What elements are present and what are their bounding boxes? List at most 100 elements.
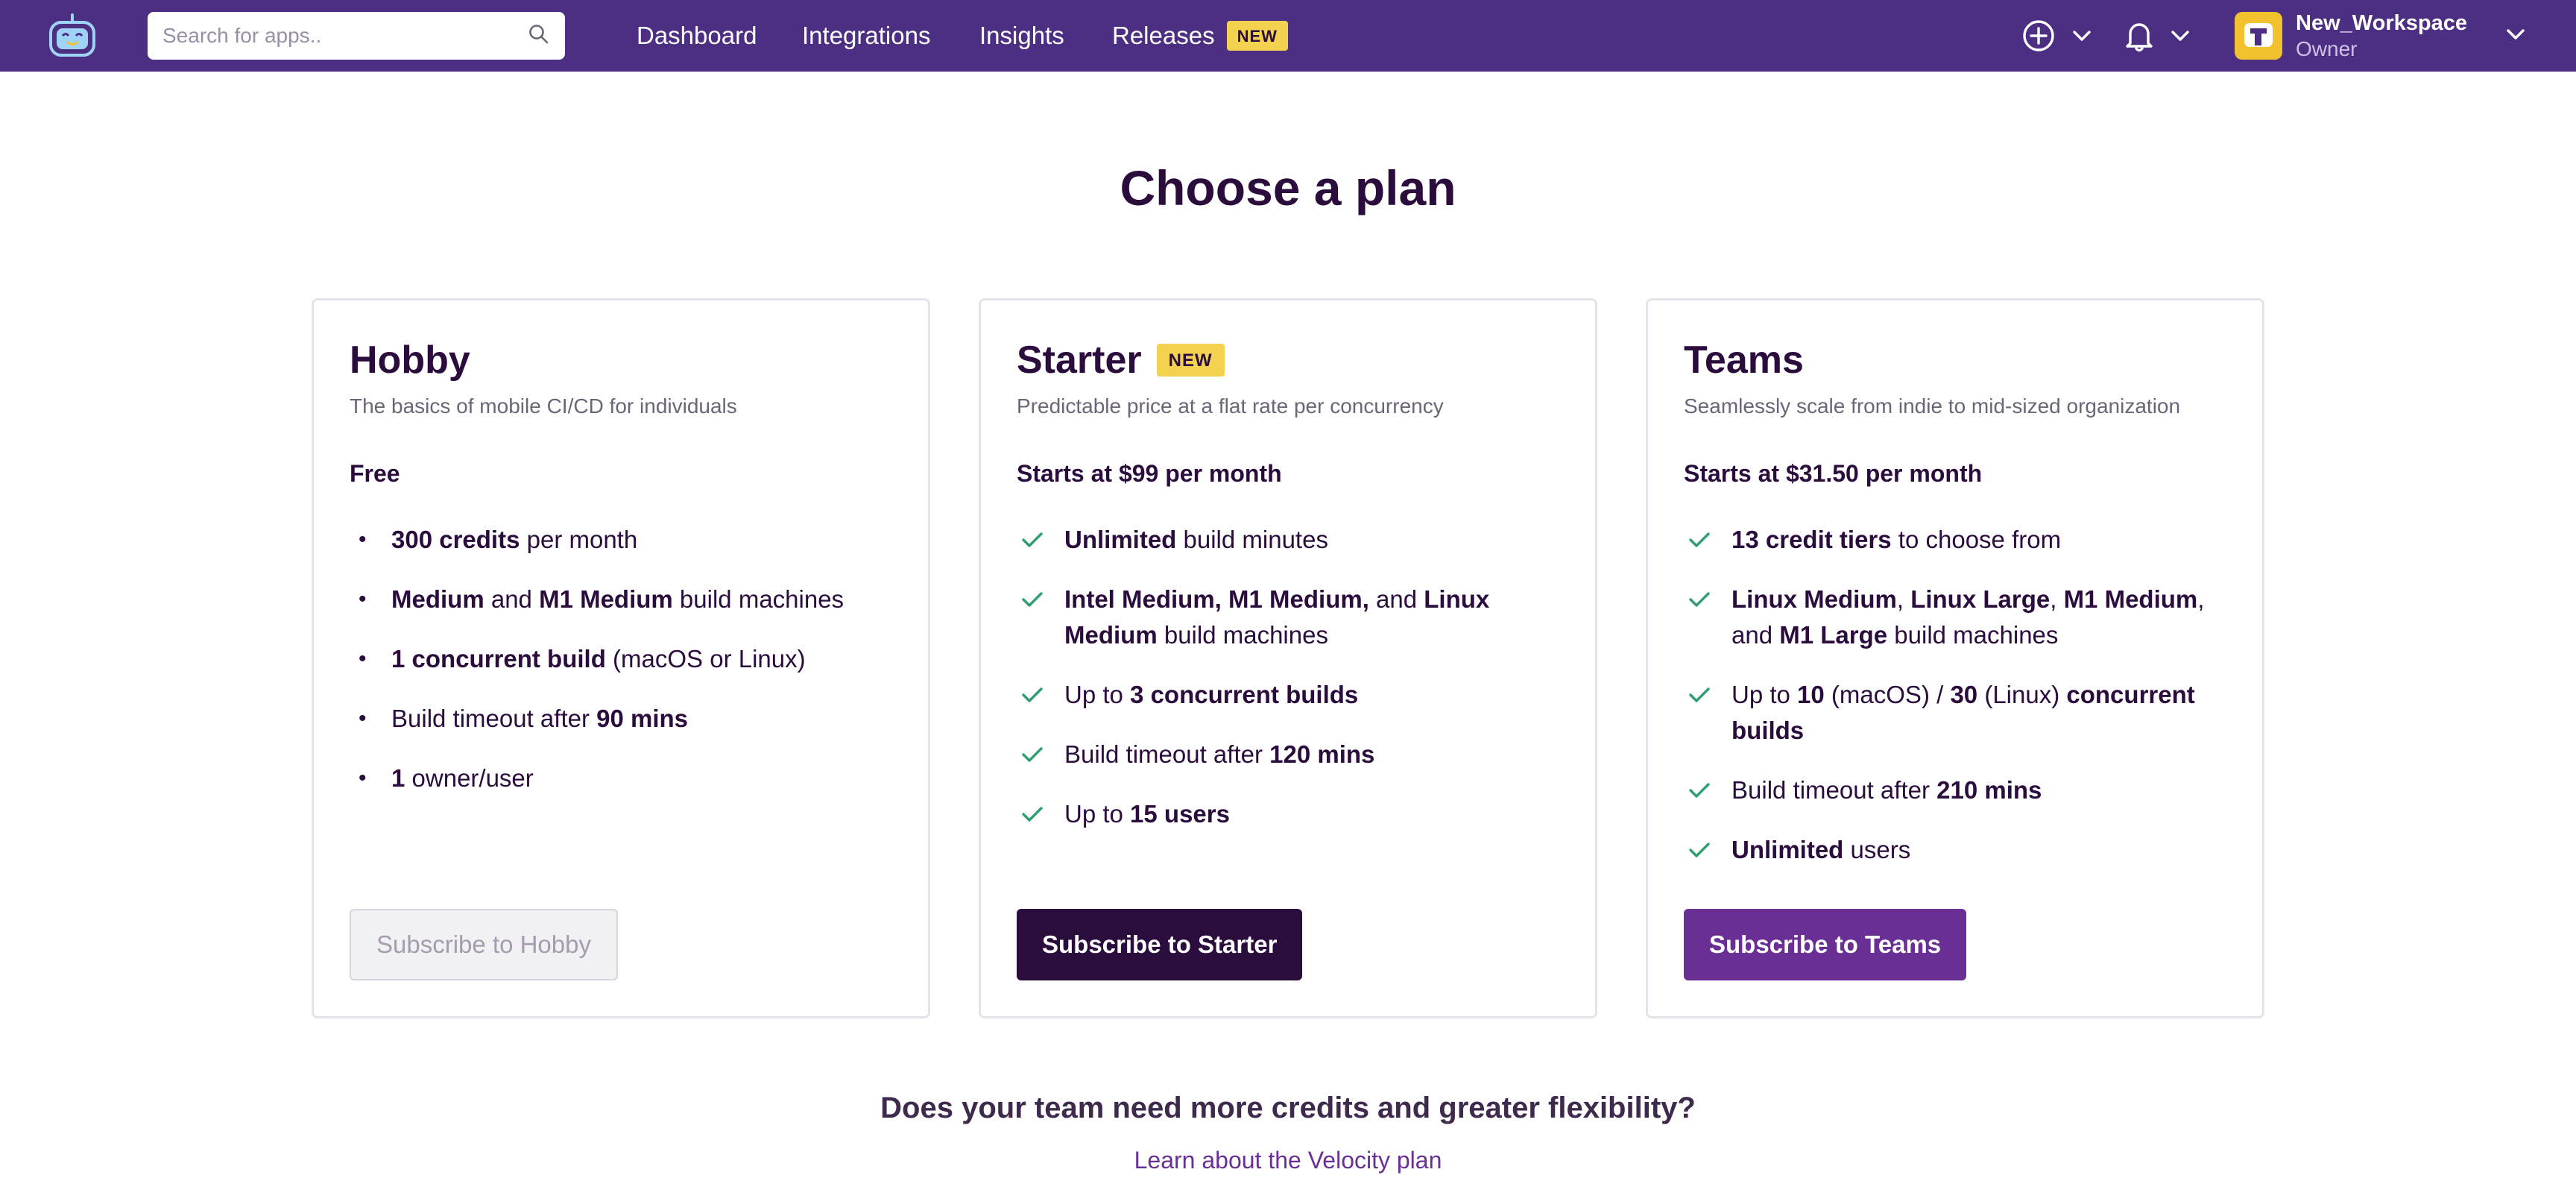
feature-text: and: [1368, 585, 1424, 613]
workspace-name: New_Workspace: [2296, 10, 2467, 35]
plan-name: Hobby: [350, 336, 892, 384]
nav-link-dashboard[interactable]: Dashboard: [637, 0, 757, 72]
feature-item: • Build timeout after 90 mins: [350, 701, 892, 737]
search-box[interactable]: [148, 12, 565, 60]
plan-description: The basics of mobile CI/CD for individua…: [350, 394, 737, 418]
subscribe-hobby-button[interactable]: Subscribe to Hobby: [350, 909, 618, 980]
feature-text: per month: [520, 526, 638, 553]
plan-name-label: Starter: [1017, 338, 1142, 382]
feature-highlight: M1 Medium: [2063, 585, 2198, 613]
feature-text: Up to: [1731, 681, 1798, 708]
nav-link-releases-label: Releases: [1112, 22, 1215, 49]
new-badge: NEW: [1156, 344, 1225, 377]
checkmark-icon: [1022, 532, 1043, 547]
feature-item: • 1 concurrent build (macOS or Linux): [350, 641, 892, 677]
top-navigation-bar: Dashboard Integrations Insights Releases…: [0, 0, 2576, 72]
app-logo-icon[interactable]: [46, 13, 98, 58]
nav-link-integrations[interactable]: Integrations: [802, 0, 930, 72]
feature-item: • 300 credits per month: [350, 522, 892, 558]
workspace-avatar-icon: [2235, 12, 2282, 60]
more-credits-question: Does your team need more credits and gre…: [880, 1092, 1696, 1124]
bullet-icon: •: [359, 646, 367, 671]
feature-item: Up to 3 concurrent builds: [1017, 677, 1559, 713]
feature-item: Up to 15 users: [1017, 796, 1559, 832]
feature-highlight: Medium: [391, 585, 484, 613]
page-title: Choose a plan: [1120, 160, 1456, 215]
bullet-icon: •: [359, 527, 367, 552]
nav-link-insights[interactable]: Insights: [979, 0, 1064, 72]
feature-list: • 300 credits per month • Medium and M1 Med…: [350, 522, 892, 796]
checkmark-icon: [1689, 783, 1710, 798]
search-input[interactable]: [161, 23, 528, 48]
feature-item: Unlimited build minutes: [1017, 522, 1559, 558]
workspace-switcher[interactable]: New_Workspace Owner: [2235, 9, 2525, 63]
feature-item: Build timeout after 120 mins: [1017, 737, 1559, 772]
feature-item: • 1 owner/user: [350, 761, 892, 796]
bullet-icon: •: [359, 587, 367, 611]
feature-highlight: 3 concurrent builds: [1130, 681, 1359, 708]
plan-price: Starts at $99 per month: [1017, 460, 1282, 487]
checkmark-icon: [1689, 843, 1710, 857]
feature-item: Unlimited users: [1684, 832, 2226, 868]
velocity-plan-link[interactable]: Learn about the Velocity plan: [0, 1147, 2576, 1174]
feature-text: build machines: [672, 585, 845, 613]
feature-text: Up to: [1064, 800, 1131, 828]
feature-highlight: Unlimited: [1064, 526, 1177, 553]
feature-item: • Medium and M1 Medium build machines: [350, 582, 892, 617]
checkmark-icon: [1689, 687, 1710, 702]
feature-highlight: 300 credits: [391, 526, 520, 553]
notifications-button[interactable]: [2124, 18, 2190, 54]
feature-text: Build timeout after: [1731, 776, 1937, 804]
feature-list: 13 credit tiers to choose from Linux Medi…: [1684, 522, 2226, 868]
feature-highlight: 90 mins: [596, 705, 689, 732]
feature-item: Build timeout after 210 mins: [1684, 772, 2226, 808]
feature-highlight: Unlimited: [1731, 836, 1844, 863]
feature-text: build minutes: [1176, 526, 1328, 553]
feature-list: Unlimited build minutes Intel Medium, M1 …: [1017, 522, 1559, 832]
create-menu-button[interactable]: [2021, 18, 2092, 54]
feature-highlight: Intel Medium, M1 Medium,: [1064, 585, 1369, 613]
checkmark-icon: [1022, 592, 1043, 607]
feature-text: (macOS) /: [1824, 681, 1951, 708]
feature-text: to choose from: [1891, 526, 2062, 553]
nav-link-releases[interactable]: Releases NEW: [1112, 0, 1288, 72]
checkmark-icon: [1022, 747, 1043, 762]
plan-name-label: Teams: [1684, 338, 1804, 382]
feature-text: users: [1843, 836, 1911, 863]
feature-highlight: 15 users: [1130, 800, 1230, 828]
search-icon[interactable]: [528, 23, 550, 49]
feature-text: Build timeout after: [1064, 740, 1270, 768]
feature-highlight: Linux Large: [1910, 585, 2051, 613]
subscribe-starter-button[interactable]: Subscribe to Starter: [1017, 909, 1303, 980]
feature-text: ,: [1896, 585, 1911, 613]
new-badge: NEW: [1226, 21, 1288, 51]
checkmark-icon: [1022, 807, 1043, 822]
subscribe-teams-button[interactable]: Subscribe to Teams: [1684, 909, 1967, 980]
feature-item: 13 credit tiers to choose from: [1684, 522, 2226, 558]
feature-highlight: M1 Large: [1779, 621, 1888, 649]
plan-card-starter: Starter NEW Predictable price at a flat …: [979, 298, 1597, 1018]
plan-price: Free: [350, 460, 400, 487]
feature-text: owner/user: [405, 764, 534, 792]
plan-name: Teams: [1684, 336, 2226, 384]
feature-highlight: 13 credit tiers: [1731, 526, 1892, 553]
chevron-down-icon: [2171, 30, 2190, 42]
feature-item: Up to 10 (macOS) / 30 (Linux) concurrent…: [1684, 677, 2226, 749]
plan-name: Starter NEW: [1017, 336, 1559, 384]
feature-highlight: 120 mins: [1269, 740, 1375, 768]
feature-highlight: Linux Medium: [1731, 585, 1897, 613]
checkmark-icon: [1689, 532, 1710, 547]
feature-highlight: 10: [1797, 681, 1825, 708]
chevron-down-icon: [2506, 28, 2525, 44]
bell-icon: [2124, 19, 2154, 52]
workspace-role: Owner: [2296, 37, 2358, 60]
feature-highlight: 1: [391, 764, 405, 792]
feature-highlight: 30: [1950, 681, 1978, 708]
add-circle-icon: [2021, 19, 2056, 53]
plan-price: Starts at $31.50 per month: [1684, 460, 1983, 487]
feature-highlight: 1 concurrent build: [391, 645, 606, 673]
feature-highlight: M1 Medium: [539, 585, 673, 613]
checkmark-icon: [1022, 687, 1043, 702]
feature-highlight: 210 mins: [1936, 776, 2042, 804]
feature-item: Intel Medium, M1 Medium, and Linux Mediu…: [1017, 582, 1559, 653]
